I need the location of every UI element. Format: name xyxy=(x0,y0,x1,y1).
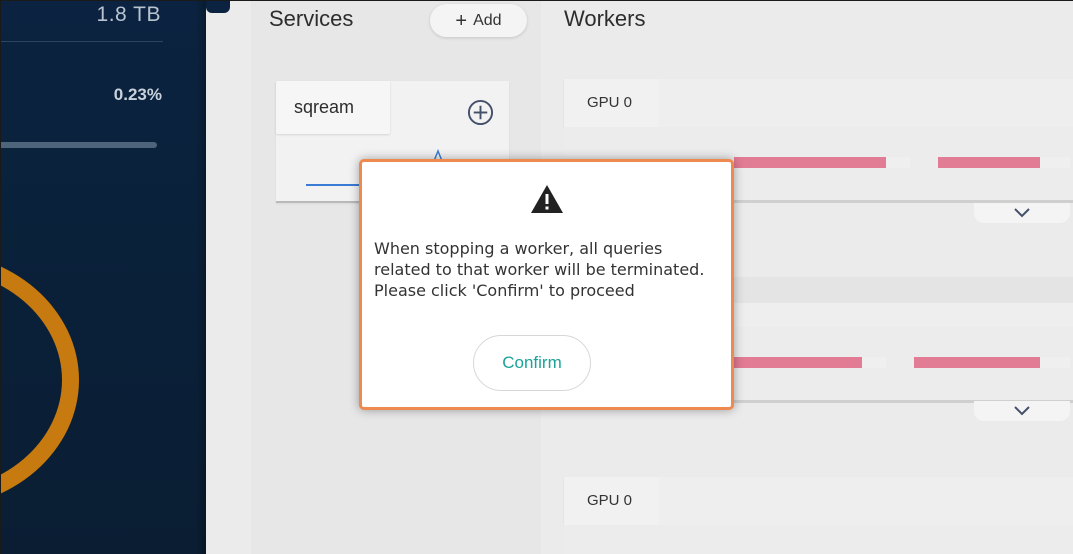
gpu-label[interactable]: GPU 0 xyxy=(564,79,659,127)
expand-button[interactable] xyxy=(974,401,1070,421)
plus-circle-icon[interactable] xyxy=(467,99,494,126)
service-name[interactable]: sqream xyxy=(276,81,390,134)
workers-title: Workers xyxy=(564,6,646,31)
left-stats-panel: 1.8 TB 0.23% xyxy=(1,1,206,554)
add-service-button[interactable]: + Add xyxy=(430,4,527,37)
warning-icon xyxy=(531,185,563,213)
divider xyxy=(1,41,163,42)
chevron-down-icon xyxy=(1014,406,1030,416)
memory-bar xyxy=(914,357,1040,368)
usage-percent: 0.23% xyxy=(113,85,162,104)
memory-bar xyxy=(734,357,862,368)
memory-gap xyxy=(862,357,886,368)
gpu-strip xyxy=(659,477,1073,525)
services-title: Services xyxy=(269,6,354,31)
usage-bar xyxy=(1,142,157,148)
chevron-down-icon xyxy=(1014,208,1030,218)
worker-body xyxy=(564,525,1073,554)
memory-gap xyxy=(1040,157,1070,168)
expand-button[interactable] xyxy=(974,203,1070,223)
confirm-button[interactable]: Confirm xyxy=(473,335,591,391)
storage-total: 1.8 TB xyxy=(96,3,161,26)
gpu-strip xyxy=(659,79,1073,127)
memory-gap xyxy=(886,157,910,168)
memory-bar xyxy=(734,157,886,168)
panel-edge-shadow xyxy=(196,1,206,554)
memory-bar xyxy=(938,157,1040,168)
add-button-label: Add xyxy=(473,11,502,29)
plus-icon: + xyxy=(455,9,468,32)
gpu-label[interactable]: GPU 0 xyxy=(564,477,659,525)
memory-gap xyxy=(1040,357,1070,368)
donut-chart xyxy=(1,251,79,509)
dialog-message: When stopping a worker, all queries rela… xyxy=(374,239,705,300)
stop-worker-dialog: When stopping a worker, all queries rela… xyxy=(359,159,734,410)
panel-toggle-tab[interactable] xyxy=(206,1,230,13)
